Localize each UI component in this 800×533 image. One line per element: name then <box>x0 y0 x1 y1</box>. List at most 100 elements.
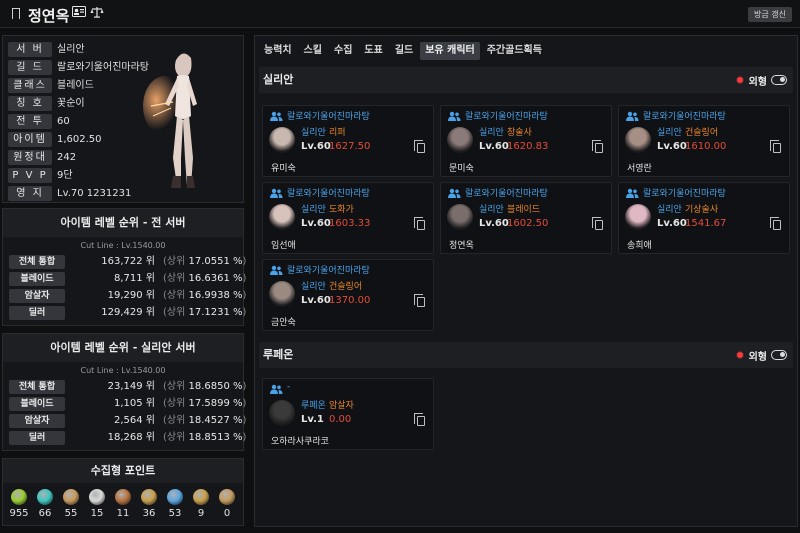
collection-item[interactable]: 36 <box>137 489 161 523</box>
bookmark-icon[interactable] <box>11 8 20 23</box>
toggle-switch[interactable] <box>771 75 787 85</box>
character-name: 정연옥 <box>28 7 70 25</box>
percentile-suffix: ) <box>242 273 247 284</box>
rank-category-label: 블레이드 <box>9 272 65 286</box>
tab-5[interactable]: 보유 캐릭터 <box>420 42 480 60</box>
appearance-toggle-group[interactable]: ✹ 외형 <box>735 73 787 88</box>
profile-value: 242 <box>57 152 77 163</box>
rank-number: 1,105 <box>113 398 143 409</box>
percentile-prefix: (상위 <box>163 307 186 318</box>
rank-value: 23,149 위 <box>108 380 155 394</box>
character-card[interactable]: 랄로와기울어진마라탕 실리안 도화가 Lv.60 1603.33 임선애 <box>262 182 434 254</box>
tab-bar: 능력치 스킬 수집 도표 길드 보유 캐릭터 주간골드획득 <box>259 42 547 60</box>
rank-unit: 위 <box>145 290 155 301</box>
card-character-name: 유미숙 <box>271 164 296 174</box>
tab-4[interactable]: 길드 <box>390 42 418 60</box>
character-card[interactable]: - 루페온 암살자 Lv.1 0.00 오하라사쿠라코 <box>262 378 434 450</box>
card-item-level: 1620.83 <box>507 141 549 152</box>
rank-value: 1,105 위 <box>114 397 155 411</box>
rank-percentile: (상위 17.0551 %) <box>163 255 246 269</box>
guild-members-icon <box>447 111 461 121</box>
rank-value: 163,722 위 <box>101 255 155 269</box>
character-avatar <box>447 127 473 153</box>
copy-icon[interactable] <box>592 217 603 230</box>
tab-1[interactable]: 스킬 <box>299 42 327 60</box>
collection-item[interactable]: 955 <box>7 489 31 523</box>
guild-members-icon <box>269 188 283 198</box>
character-card[interactable]: 랄로와기울어진마라탕 실리안 리퍼 Lv.60 1627.50 유미숙 <box>262 105 434 177</box>
tab-3[interactable]: 도표 <box>359 42 387 60</box>
percentile-suffix: ) <box>242 381 247 392</box>
card-character-name: 금안숙 <box>271 318 296 328</box>
percentile-suffix: ) <box>242 256 247 267</box>
character-card[interactable]: 랄로와기울어진마라탕 실리안 창술사 Lv.60 1620.83 문미숙 <box>440 105 612 177</box>
rank-value: 129,429 위 <box>101 306 155 320</box>
card-server-name: 실리안 <box>479 128 504 138</box>
character-card[interactable]: 랄로와기울어진마라탕 실리안 건슬링어 Lv.60 1610.00 서영란 <box>618 105 790 177</box>
profile-label: 칭 호 <box>8 96 52 111</box>
card-server-name: 실리안 <box>301 205 326 215</box>
collection-item[interactable]: 9 <box>189 489 213 523</box>
rank-row: 블레이드 1,105 위 (상위 17.5899 %) <box>3 397 246 412</box>
guild-members-icon <box>625 188 639 198</box>
rank-number: 2,564 <box>113 415 143 426</box>
collection-points-panel: 수집형 포인트 955 66 55 15 11 36 53 9 0 <box>2 458 244 526</box>
copy-icon[interactable] <box>414 217 425 230</box>
guild-members-icon <box>447 188 461 198</box>
rank-category-label: 암살자 <box>9 414 65 428</box>
toggle-switch[interactable] <box>771 350 787 360</box>
profile-value: 꽃순이 <box>57 98 85 109</box>
collection-count: 0 <box>223 508 231 519</box>
server-section-header: 루페온 ✹ 외형 <box>259 342 793 368</box>
card-item-level: 1602.50 <box>507 218 549 229</box>
appearance-toggle-group[interactable]: ✹ 외형 <box>735 348 787 363</box>
collection-item[interactable]: 53 <box>163 489 187 523</box>
collection-count: 55 <box>64 508 78 519</box>
rank-number: 129,429 <box>101 307 143 318</box>
copy-icon[interactable] <box>414 294 425 307</box>
guild-members-icon <box>625 111 639 121</box>
card-class-name: 창술사 <box>507 128 532 138</box>
refresh-button[interactable]: 방금 갱신 <box>748 7 792 22</box>
tab-6[interactable]: 주간골드획득 <box>482 42 547 60</box>
collection-item[interactable]: 66 <box>33 489 57 523</box>
collection-count: 15 <box>90 508 104 519</box>
rank-unit: 위 <box>145 273 155 284</box>
rank-row: 전체 통합 23,149 위 (상위 18.6850 %) <box>3 380 246 395</box>
rank-server-panel: 아이템 레벨 순위 - 실리안 서버 Cut Line : Lv.1540.00… <box>2 333 246 451</box>
collection-item[interactable]: 55 <box>59 489 83 523</box>
profile-panel: 서 버 실리안 길 드 랄로와기울어진마라탕 클래스 블레이드 칭 호 꽃순이 전 투 60 아이템… <box>2 35 244 203</box>
percentile-value: 18.8513 % <box>188 432 243 443</box>
rank-server-title: 아이템 레벨 순위 - 실리안 서버 <box>3 334 243 362</box>
character-card[interactable]: 랄로와기울어진마라탕 실리안 블레이드 Lv.60 1602.50 정연옥 <box>440 182 612 254</box>
profile-label: 길 드 <box>8 60 52 75</box>
copy-icon[interactable] <box>414 140 425 153</box>
copy-icon[interactable] <box>592 140 603 153</box>
card-character-name: 임선애 <box>271 241 296 251</box>
copy-icon[interactable] <box>770 140 781 153</box>
rank-number: 18,268 <box>107 432 143 443</box>
collection-item[interactable]: 11 <box>111 489 135 523</box>
scale-icon[interactable] <box>90 6 104 22</box>
copy-icon[interactable] <box>414 413 425 426</box>
character-card[interactable]: 랄로와기울어진마라탕 실리안 건슬링어 Lv.60 1370.00 금안숙 <box>262 259 434 331</box>
collection-count: 9 <box>197 508 205 519</box>
percentile-suffix: ) <box>242 398 247 409</box>
percentile-value: 16.6361 % <box>188 273 243 284</box>
rank-all-title: 아이템 레벨 순위 - 전 서버 <box>3 209 243 237</box>
rank-percentile: (상위 17.1231 %) <box>163 306 246 320</box>
id-card-icon[interactable] <box>72 6 86 21</box>
card-character-name: 송희애 <box>627 241 652 251</box>
character-card[interactable]: 랄로와기울어진마라탕 실리안 기상술사 Lv.60 1541.67 송희애 <box>618 182 790 254</box>
tab-2[interactable]: 수집 <box>329 42 357 60</box>
sun-icon: ✹ <box>735 348 745 362</box>
profile-value: 1,602.50 <box>57 134 102 145</box>
server-name: 루페온 <box>263 348 294 361</box>
collection-item[interactable]: 15 <box>85 489 109 523</box>
tab-0[interactable]: 능력치 <box>259 42 297 60</box>
rank-unit: 위 <box>145 381 155 392</box>
card-level: Lv.1 <box>301 414 324 425</box>
rank-value: 19,290 위 <box>108 289 155 303</box>
copy-icon[interactable] <box>770 217 781 230</box>
collection-item[interactable]: 0 <box>215 489 239 523</box>
